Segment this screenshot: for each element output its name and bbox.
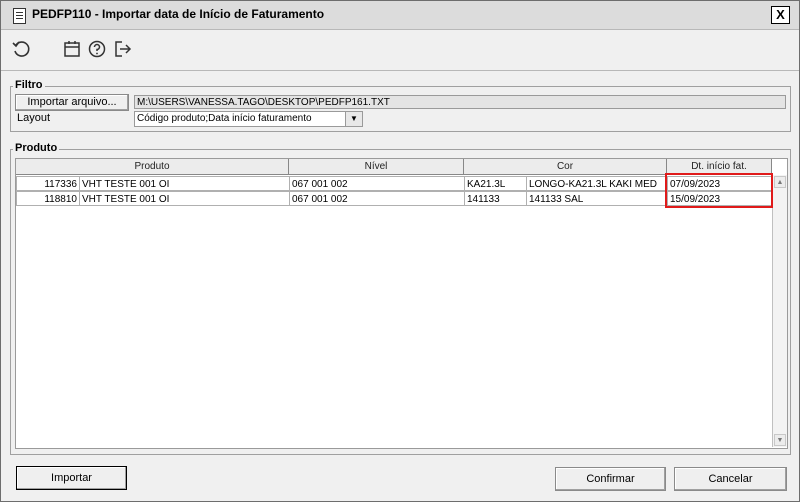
layout-select[interactable]: Código produto;Data início faturamento ▼ [134,111,363,127]
filtro-label: Filtro [13,79,45,91]
help-icon[interactable] [87,39,107,59]
cor-desc-cell[interactable]: LONGO-KA21.3L KAKI MED [526,176,668,191]
cor-code-cell[interactable]: KA21.3L [464,176,527,191]
title-bar: PEDFP110 - Importar data de Início de Fa… [1,1,799,30]
produto-code-cell[interactable]: 118810 [16,191,80,206]
toolbar [1,30,799,71]
produto-name-cell[interactable]: VHT TESTE 001 OI [79,176,290,191]
chevron-down-icon[interactable]: ▼ [345,112,362,126]
produto-label: Produto [13,142,60,154]
grid-header: Produto Nível Cor Dt. início fat. [16,159,772,175]
cor-desc-cell[interactable]: 141133 SAL [526,191,668,206]
table-row[interactable]: 117336 VHT TESTE 001 OI 067 001 002 KA21… [16,176,772,191]
produto-name-cell[interactable]: VHT TESTE 001 OI [79,191,290,206]
refresh-icon[interactable] [11,39,31,59]
calendar-icon[interactable] [62,39,82,59]
produto-code-cell[interactable]: 117336 [16,176,80,191]
cancel-button[interactable]: Cancelar [674,467,787,491]
import-file-button[interactable]: Importar arquivo... [15,94,129,111]
column-header-cor[interactable]: Cor [464,159,667,174]
exit-icon[interactable] [113,39,133,59]
layout-select-value: Código produto;Data início faturamento [137,113,312,124]
cor-code-cell[interactable]: 141133 [464,191,527,206]
main-window: PEDFP110 - Importar data de Início de Fa… [0,0,800,502]
scroll-down-icon[interactable]: ▼ [774,434,786,446]
window-title: PEDFP110 - Importar data de Início de Fa… [32,7,325,21]
highlight-box [665,173,773,208]
nivel-cell[interactable]: 067 001 002 [289,176,465,191]
close-button[interactable]: X [771,6,790,24]
column-header-nivel[interactable]: Nível [289,159,464,174]
importar-button[interactable]: Importar [16,466,127,490]
column-header-dt-inicio[interactable]: Dt. início fat. [667,159,772,174]
nivel-cell[interactable]: 067 001 002 [289,191,465,206]
column-header-produto[interactable]: Produto [16,159,289,174]
table-row[interactable]: 118810 VHT TESTE 001 OI 067 001 002 1411… [16,191,772,206]
vertical-scrollbar[interactable]: ▲ ▼ [772,175,787,447]
confirm-button[interactable]: Confirmar [555,467,666,491]
document-icon [13,8,26,24]
file-path-field: M:\USERS\VANESSA.TAGO\DESKTOP\PEDFP161.T… [134,95,786,109]
scroll-up-icon[interactable]: ▲ [774,176,786,188]
layout-label: Layout [17,112,51,124]
